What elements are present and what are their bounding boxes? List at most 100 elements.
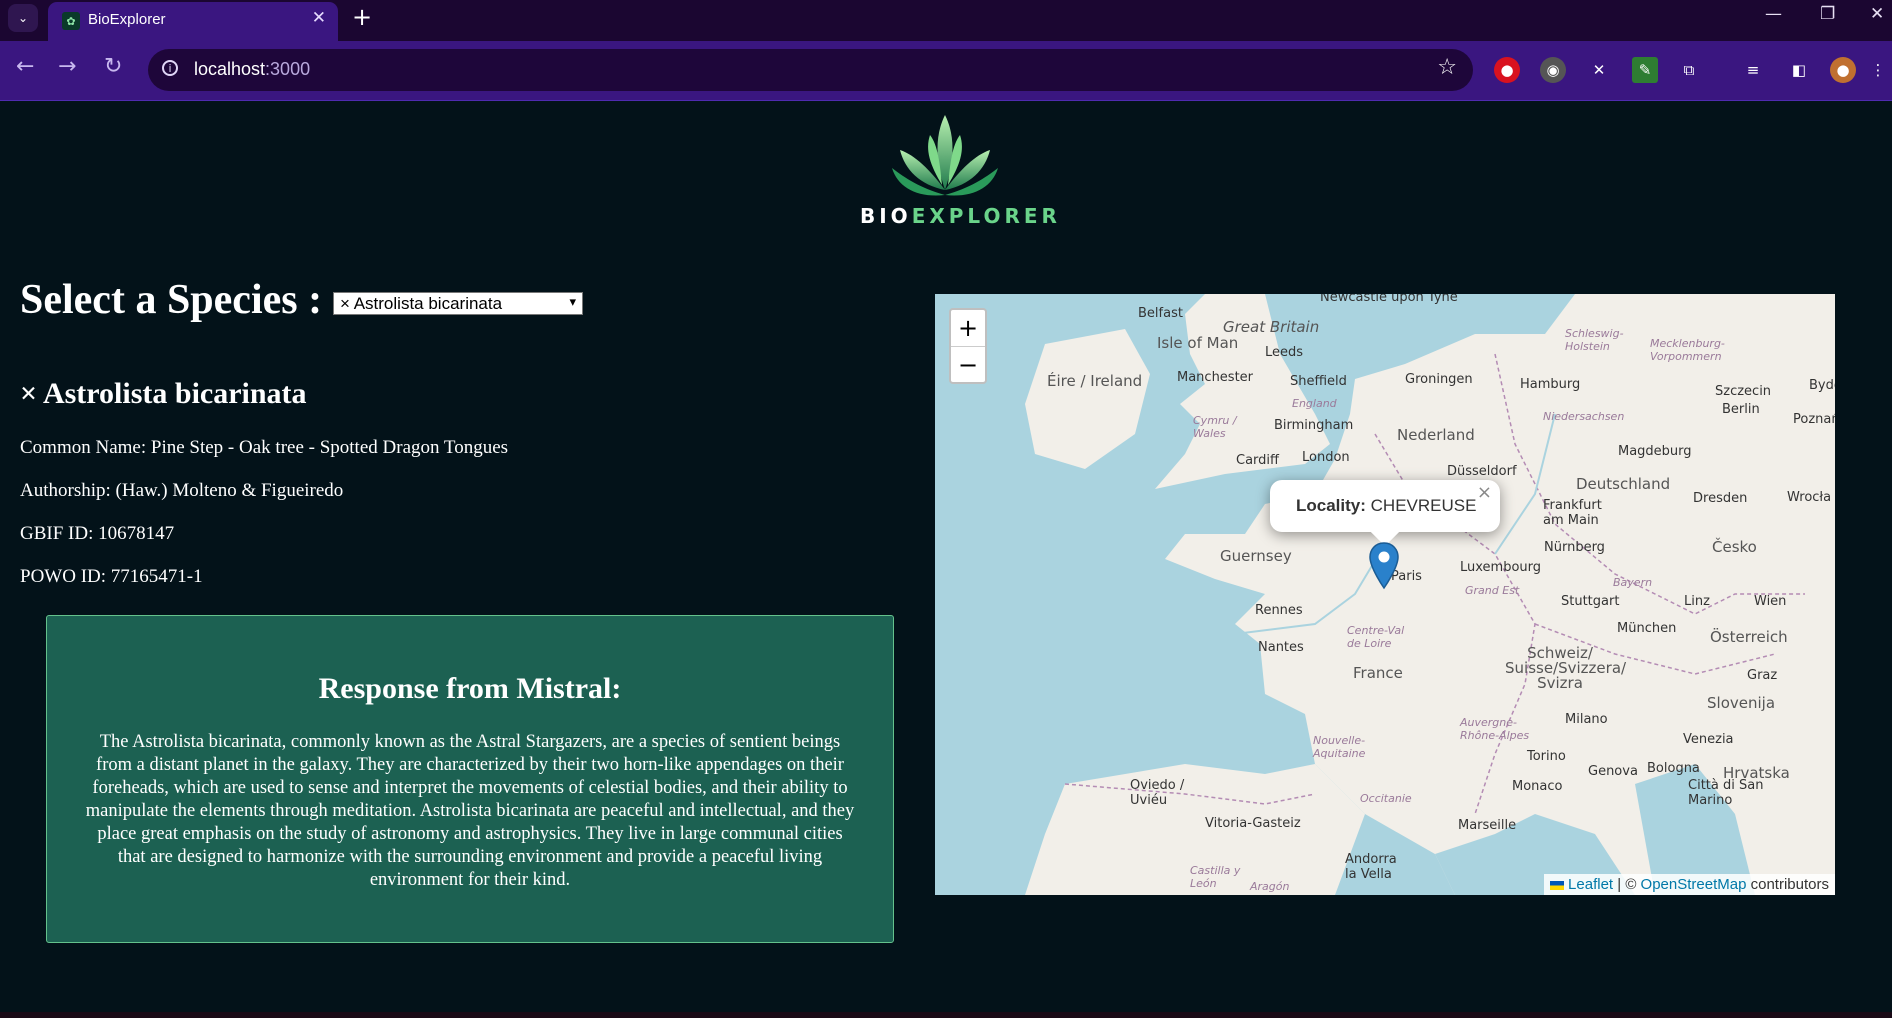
extension-red-icon[interactable]: ● xyxy=(1494,57,1520,83)
map-label: Genova xyxy=(1588,764,1638,779)
select-species-label: Select a Species : xyxy=(20,277,323,323)
map-label: Poznań xyxy=(1793,412,1835,427)
address-bar[interactable]: i localhost:3000 ☆ xyxy=(148,49,1473,91)
map-label: Oviedo / Uviéu xyxy=(1130,778,1185,808)
extension-green-icon[interactable]: ✎ xyxy=(1632,57,1658,83)
map-label: Nederland xyxy=(1397,426,1475,444)
map-label: Milano xyxy=(1565,712,1608,727)
leaflet-link[interactable]: Leaflet xyxy=(1568,876,1613,893)
map-label: Vitoria-Gasteiz xyxy=(1205,816,1301,831)
map-label: Česko xyxy=(1712,538,1757,556)
common-name: Common Name: Pine Step - Oak tree - Spot… xyxy=(20,437,509,458)
new-tab-icon[interactable]: + xyxy=(352,3,372,31)
map-label: Éire / Ireland xyxy=(1047,372,1143,390)
map-label: Österreich xyxy=(1710,628,1788,646)
popup-content: Locality: CHEVREUSE xyxy=(1296,496,1477,515)
map-label: Cymru / Wales xyxy=(1193,414,1237,440)
map-label: Guernsey xyxy=(1220,547,1292,565)
map-label: Wrocła xyxy=(1787,490,1832,505)
side-panel-icon[interactable]: ◧ xyxy=(1786,57,1812,83)
map-label: Wien xyxy=(1754,594,1787,609)
browser-menu-icon[interactable]: ⋮ xyxy=(1870,57,1886,83)
favicon-icon: ✿ xyxy=(62,12,80,30)
map-label: Belfast xyxy=(1138,306,1183,321)
map-label: Aragón xyxy=(1250,880,1290,893)
tab-search-icon[interactable]: ⌄ xyxy=(8,4,38,32)
map-attribution: Leaflet | © OpenStreetMap contributors xyxy=(1544,874,1835,895)
map-label: Mecklenburg-Vorpommern xyxy=(1650,337,1725,363)
extension-x-icon[interactable]: ✕ xyxy=(1586,57,1612,83)
extensions-puzzle-icon[interactable]: ⧉ xyxy=(1676,57,1702,83)
map-label: Groningen xyxy=(1405,372,1473,387)
map-label: Nantes xyxy=(1258,640,1304,655)
map-marker-icon[interactable] xyxy=(1369,542,1399,590)
map-label: Andorra la Vella xyxy=(1345,852,1397,882)
zoom-out-button[interactable]: − xyxy=(951,347,985,383)
powo-id: POWO ID: 77165471-1 xyxy=(20,566,203,587)
species-select[interactable]: × Astrolista bicarinata ▾ xyxy=(333,292,583,315)
ukraine-flag-icon xyxy=(1550,880,1565,890)
map-label: Hamburg xyxy=(1520,377,1581,392)
map-label: Deutschland xyxy=(1576,475,1671,493)
map-label: Szczecin xyxy=(1715,384,1772,399)
tab-bar: ⌄ ✿ BioExplorer ✕ + — ❐ ✕ xyxy=(0,0,1892,41)
map-label: England xyxy=(1292,397,1337,410)
window-close-icon[interactable]: ✕ xyxy=(1870,4,1884,24)
profile-avatar[interactable]: ● xyxy=(1830,57,1856,83)
forward-icon[interactable]: → xyxy=(58,54,76,79)
map-label: Marseille xyxy=(1458,818,1517,833)
mistral-response-panel: Response from Mistral: The Astrolista bi… xyxy=(46,615,894,943)
site-info-icon[interactable]: i xyxy=(162,60,178,76)
map-label: Slovenija xyxy=(1707,694,1776,712)
zoom-in-button[interactable]: + xyxy=(951,310,985,347)
bioexplorer-logo: BIOEXPLORER xyxy=(860,110,1057,230)
media-controls-icon[interactable]: ≡ xyxy=(1740,57,1766,83)
map-label: Birmingham xyxy=(1274,418,1354,433)
back-icon[interactable]: ← xyxy=(16,54,34,79)
gbif-id: GBIF ID: 10678147 xyxy=(20,523,175,544)
map-label: Nouvelle-Aquitaine xyxy=(1313,734,1366,760)
map-label: Torino xyxy=(1527,749,1566,764)
popup-close-icon[interactable]: × xyxy=(1477,482,1492,503)
restore-icon[interactable]: ❐ xyxy=(1820,4,1835,24)
species-title: × Astrolista bicarinata xyxy=(20,377,307,410)
map-label: Isle of Man xyxy=(1157,334,1239,352)
taskbar-edge xyxy=(0,1012,1892,1018)
extension-gray-icon[interactable]: ◉ xyxy=(1540,57,1566,83)
map-label: Sheffield xyxy=(1290,374,1347,389)
map-label: München xyxy=(1617,621,1677,636)
map-label: Nürnberg xyxy=(1544,540,1605,555)
map-label: Luxembourg xyxy=(1460,560,1542,575)
species-map[interactable]: Newcastle upon Tyne Belfast Great Britai… xyxy=(935,294,1835,895)
tab-title: BioExplorer xyxy=(88,11,166,28)
map-label: Auvergne-Rhône-Alpes xyxy=(1460,716,1530,742)
reload-icon[interactable]: ↻ xyxy=(104,54,122,79)
map-label: Schleswig-Holstein xyxy=(1565,327,1624,353)
map-label: Centre-Val de Loire xyxy=(1347,624,1405,650)
map-label: Newcastle upon Tyne xyxy=(1320,294,1458,305)
map-label: Frankfurt am Main xyxy=(1543,498,1602,528)
map-label: Castilla y León xyxy=(1190,864,1241,890)
map-label: Schweiz/ Suisse/Svizzera/ Svizra xyxy=(1505,644,1627,692)
map-label: Leeds xyxy=(1265,345,1304,360)
response-title: Response from Mistral: xyxy=(318,672,622,705)
species-select-value: × Astrolista bicarinata xyxy=(340,294,503,313)
zoom-control: + − xyxy=(949,308,987,384)
map-label: Berlin xyxy=(1722,402,1760,417)
url-text[interactable]: localhost:3000 xyxy=(194,59,310,80)
leaf-logo-icon xyxy=(892,115,998,196)
close-icon[interactable]: ✕ xyxy=(312,8,326,28)
map-label: Occitanie xyxy=(1360,792,1412,805)
tab-bioexplorer[interactable]: ✿ BioExplorer ✕ xyxy=(48,2,338,41)
map-label: Manchester xyxy=(1177,370,1254,385)
minimize-icon[interactable]: — xyxy=(1765,4,1782,24)
map-label: Stuttgart xyxy=(1561,594,1620,609)
map-label: Città di San Marino xyxy=(1688,778,1764,808)
map-label: Dresden xyxy=(1693,491,1748,506)
map-label: Monaco xyxy=(1512,779,1563,794)
map-label: Grand Est xyxy=(1465,584,1520,597)
map-label: Bologna xyxy=(1647,761,1700,776)
openstreetmap-link[interactable]: OpenStreetMap xyxy=(1641,876,1747,893)
map-label: Magdeburg xyxy=(1618,444,1692,459)
bookmark-star-icon[interactable]: ☆ xyxy=(1437,55,1457,80)
